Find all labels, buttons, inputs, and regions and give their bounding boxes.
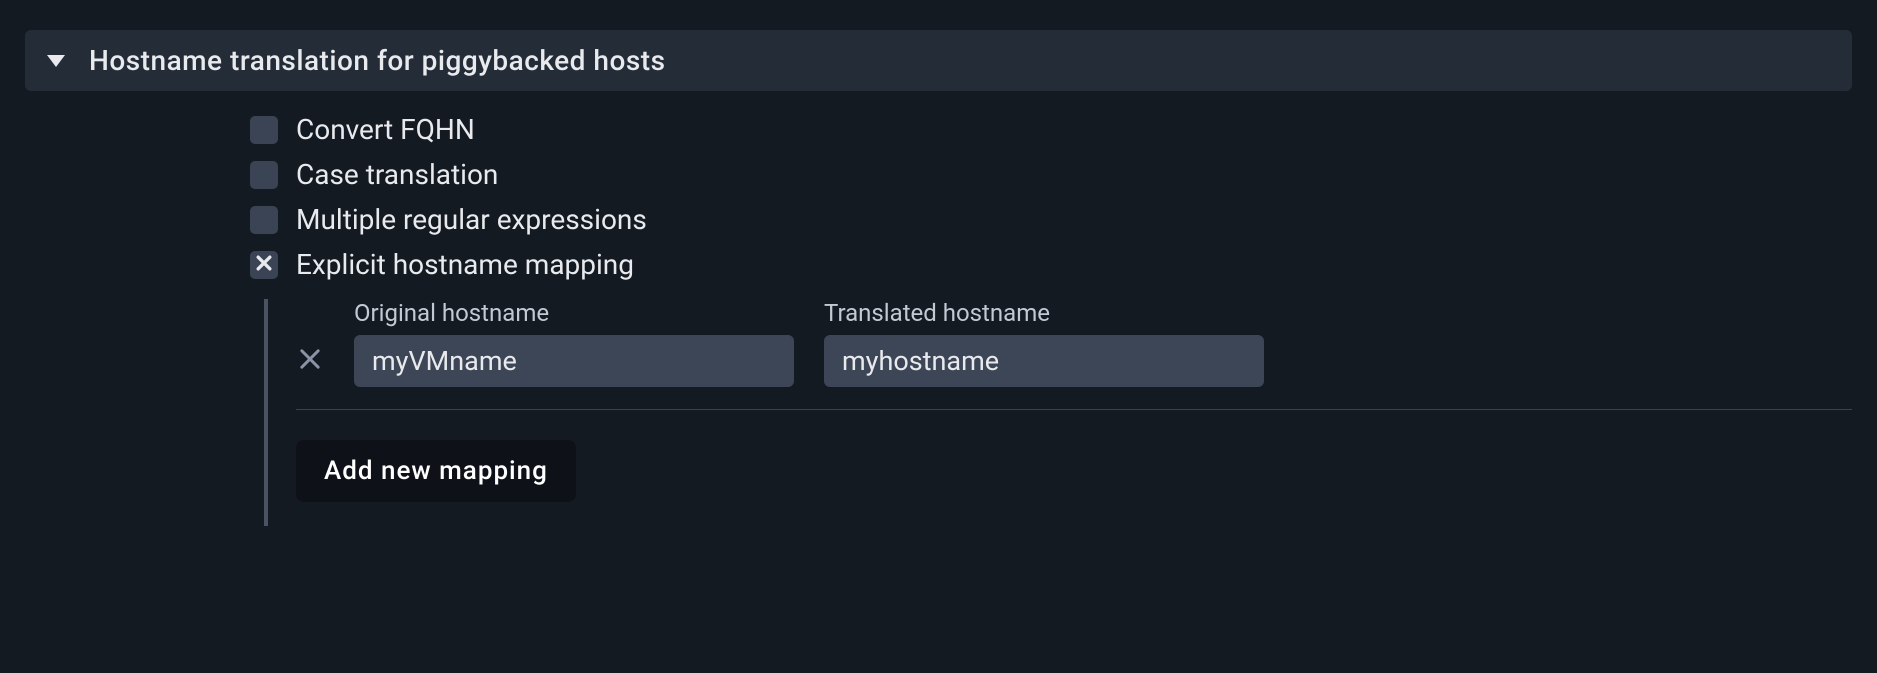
original-hostname-group: Original hostname <box>354 299 794 387</box>
remove-mapping-button[interactable] <box>296 345 324 387</box>
original-hostname-label: Original hostname <box>354 299 794 327</box>
section-title: Hostname translation for piggybacked hos… <box>89 44 666 77</box>
original-hostname-input[interactable] <box>354 335 794 387</box>
check-x-icon <box>254 253 274 277</box>
mapping-row-wrap: Original hostname Translated hostname <box>296 299 1852 410</box>
checkbox-case-translation[interactable] <box>250 161 278 189</box>
option-explicit-mapping: Explicit hostname mapping <box>250 248 1852 281</box>
mapping-area: Original hostname Translated hostname Ad… <box>264 299 1852 526</box>
translated-hostname-group: Translated hostname <box>824 299 1264 387</box>
option-label: Multiple regular expressions <box>296 203 647 236</box>
section-header[interactable]: Hostname translation for piggybacked hos… <box>25 30 1852 91</box>
collapse-down-icon <box>47 55 65 67</box>
section-body: Convert FQHN Case translation Multiple r… <box>25 91 1852 526</box>
option-label: Case translation <box>296 158 498 191</box>
option-case-translation: Case translation <box>250 158 1852 191</box>
checkbox-explicit-mapping[interactable] <box>250 251 278 279</box>
option-multiple-regex: Multiple regular expressions <box>250 203 1852 236</box>
close-icon <box>296 345 324 373</box>
translated-hostname-input[interactable] <box>824 335 1264 387</box>
option-label: Explicit hostname mapping <box>296 248 634 281</box>
option-convert-fqhn: Convert FQHN <box>250 113 1852 146</box>
option-label: Convert FQHN <box>296 113 475 146</box>
checkbox-convert-fqhn[interactable] <box>250 116 278 144</box>
mapping-row: Original hostname Translated hostname <box>296 299 1852 387</box>
translated-hostname-label: Translated hostname <box>824 299 1264 327</box>
checkbox-multiple-regex[interactable] <box>250 206 278 234</box>
add-mapping-button[interactable]: Add new mapping <box>296 440 576 502</box>
